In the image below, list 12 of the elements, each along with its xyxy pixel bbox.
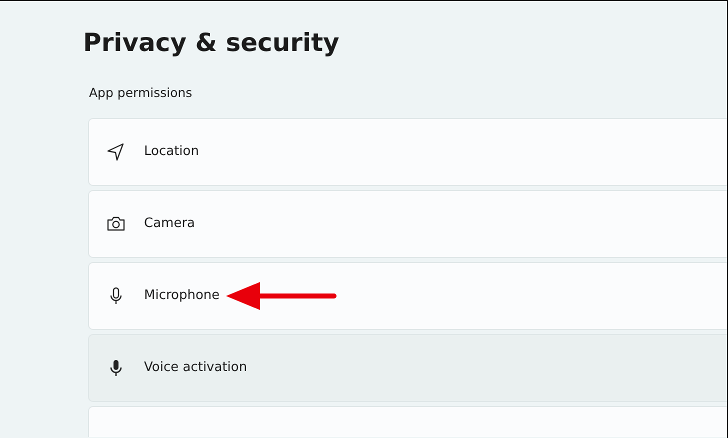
item-label: Camera bbox=[144, 215, 196, 233]
item-label: Microphone bbox=[144, 287, 220, 305]
section-heading: App permissions bbox=[89, 84, 194, 102]
settings-item[interactable] bbox=[88, 406, 727, 437]
item-label: Voice activation bbox=[144, 359, 248, 377]
settings-item[interactable]: Camera bbox=[88, 190, 727, 258]
settings-item[interactable]: Microphone bbox=[88, 262, 727, 330]
settings-item[interactable]: Voice activation bbox=[88, 334, 727, 402]
location-arrow-icon bbox=[106, 142, 126, 162]
page-title: Privacy & security bbox=[83, 28, 340, 58]
item-label: Location bbox=[144, 143, 199, 161]
settings-item[interactable]: Location bbox=[88, 118, 727, 186]
